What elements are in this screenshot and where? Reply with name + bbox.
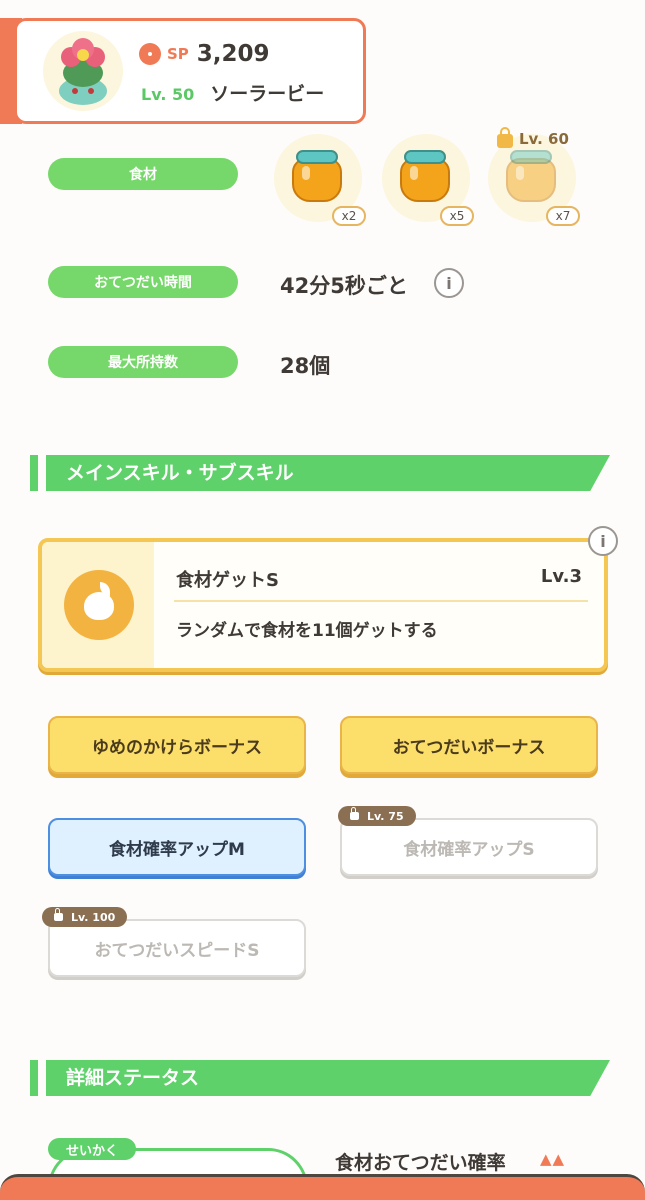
ingredient-qty: x5 [440,206,474,226]
sp-icon [139,43,161,65]
info-icon[interactable]: i [434,268,464,298]
honey-jar-icon [400,158,450,202]
header-skill-name: ソーラービー [210,83,325,105]
skills-section-title: メインスキル・サブスキル [66,462,294,484]
sub-skill-button[interactable]: 食材確率アップM [48,818,306,876]
info-icon[interactable]: i [588,526,618,556]
lock-icon [350,807,359,820]
ingredient-qty: x2 [332,206,366,226]
venusaur-icon [59,38,107,105]
pokemon-avatar [43,31,123,111]
help-time-label: おてつだい時間 [48,266,238,298]
detail-section-title: 詳細ステータス [66,1067,200,1089]
apple-icon [64,570,134,640]
sp-label: SP [167,45,189,63]
sub-skill-button-locked[interactable]: おてつだいスピードS [48,919,306,977]
bottom-action-bar[interactable] [0,1174,645,1200]
sub-skill-button[interactable]: ゆめのかけらボーナス [48,716,306,774]
ingredient-slot-2[interactable]: x5 [380,130,474,226]
main-skill-level: Lv.3 [540,566,582,587]
level-row: Lv. 50 ソーラービー [141,79,324,106]
detail-section-header: 詳細ステータス [30,1060,610,1096]
sub-skill-lock-tag: Lv. 75 [338,806,416,826]
pokemon-level: Lv. 50 [141,85,195,104]
sp-value: 3,209 [196,41,270,67]
ingredient-slot-1[interactable]: x2 [272,130,366,226]
sub-skill-lock-level: Lv. 100 [71,910,116,924]
sub-skill-lock-tag: Lv. 100 [42,907,128,927]
stat-up-arrows-icon: ▲▲ [540,1150,566,1168]
help-time-value: 42分5秒ごと [280,274,408,298]
sub-skill-lock-level: Lv. 75 [367,809,404,823]
ingredients-label: 食材 [48,158,238,190]
sub-skill-button[interactable]: おてつだいボーナス [340,716,598,774]
sp-row: SP 3,209 [139,41,270,67]
divider [174,600,588,602]
nature-stat-label: 食材おてつだい確率 [335,1152,506,1174]
nature-tag: せいかく [48,1138,137,1160]
honey-jar-icon [506,158,556,202]
ingredient-unlock-level: Lv. 60 [497,127,569,148]
max-carry-value: 28個 [280,354,331,378]
main-skill-card[interactable]: 食材ゲットS Lv.3 ランダムで食材を11個ゲットする [38,538,608,672]
pokemon-summary-card[interactable]: SP 3,209 Lv. 50 ソーラービー [14,18,366,124]
honey-jar-icon [292,158,342,202]
main-skill-name: 食材ゲットS [176,570,279,591]
max-carry-label: 最大所持数 [48,346,238,378]
skills-section-header: メインスキル・サブスキル [30,455,610,491]
lock-icon [54,908,63,921]
sub-skill-button-locked[interactable]: 食材確率アップS [340,818,598,876]
lock-icon [497,127,513,148]
ingredient-qty: x7 [546,206,580,226]
ingredient-unlock-level-text: Lv. 60 [519,130,569,148]
main-skill-description: ランダムで食材を11個ゲットする [176,621,438,641]
